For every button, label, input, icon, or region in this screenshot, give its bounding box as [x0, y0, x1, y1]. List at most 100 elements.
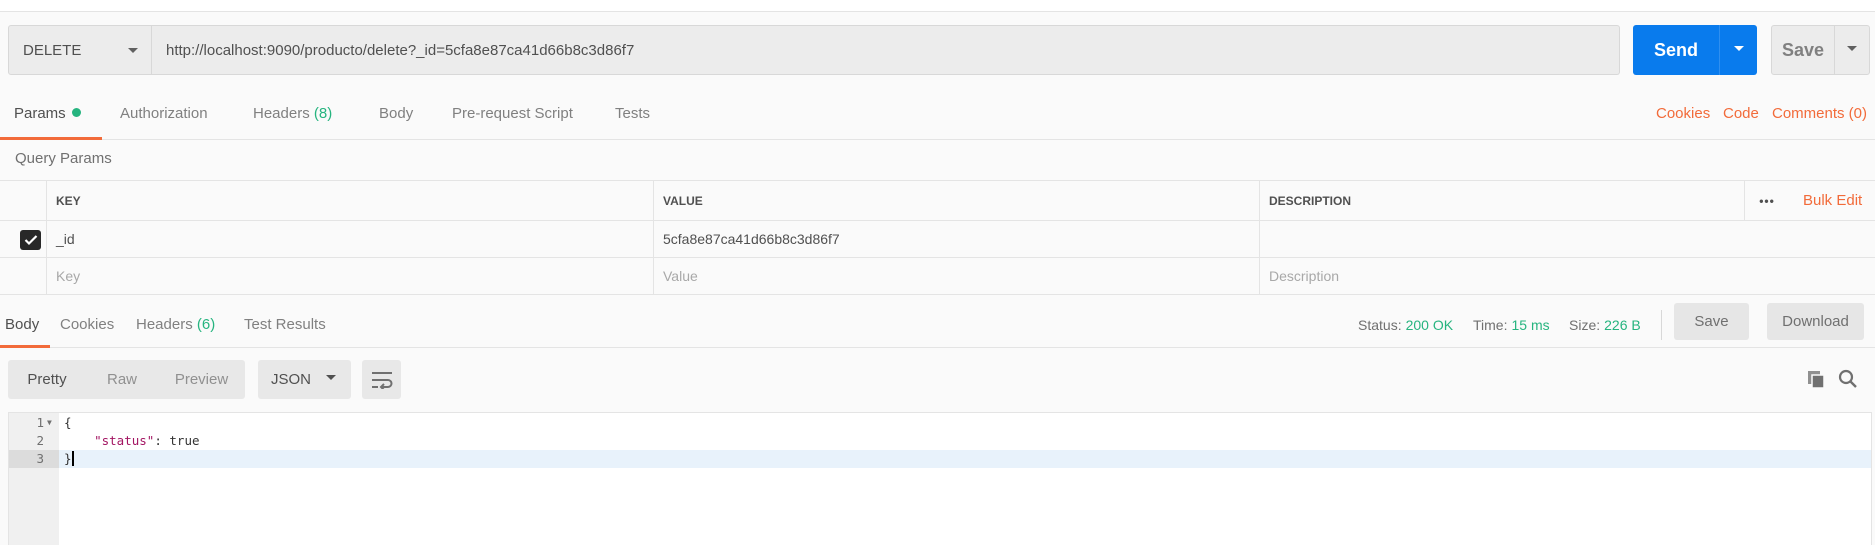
tab-authorization-label: Authorization [120, 105, 208, 122]
table-header-row: KEY VALUE DESCRIPTION ••• Bulk Edit [0, 180, 1875, 221]
comments-link[interactable]: Comments (0) [1772, 88, 1867, 140]
active-tab-underline [0, 137, 102, 140]
checkmark-icon [24, 235, 37, 246]
view-mode-raw[interactable]: Raw [86, 360, 158, 399]
response-tab-headers-label: Headers [136, 316, 193, 333]
status-readout: Status: 200 OK [1358, 302, 1453, 348]
response-tab-test-results[interactable]: Test Results [244, 302, 326, 348]
view-mode-segmented: Pretty Raw Preview [8, 360, 245, 399]
send-button[interactable]: Send [1633, 25, 1757, 75]
chevron-down-icon [325, 360, 337, 399]
param-key-cell[interactable]: _id [46, 221, 653, 257]
request-tabs: Params Authorization Headers (8) Body Pr… [0, 88, 1875, 140]
format-select[interactable]: JSON [258, 360, 351, 399]
code-line: 2 "status": true [9, 432, 1871, 450]
response-body-editor[interactable]: 1 ▼ { 2 "status": true 3 } [8, 412, 1872, 545]
table-row-new: Key Value Description [0, 258, 1875, 295]
more-dots-icon[interactable]: ••• [1744, 181, 1789, 220]
json-colon: : [154, 433, 170, 448]
param-description-cell[interactable] [1259, 221, 1744, 257]
save-options-chevron-icon[interactable] [1835, 44, 1869, 56]
method-select[interactable]: DELETE [8, 25, 152, 75]
format-label: JSON [271, 371, 312, 388]
code-text: { [64, 415, 72, 430]
response-tab-body[interactable]: Body [5, 302, 39, 348]
tab-body[interactable]: Body [379, 88, 413, 140]
new-key-placeholder: Key [56, 268, 81, 284]
method-label: DELETE [23, 41, 82, 59]
response-active-tab-underline [0, 345, 50, 348]
new-key-input[interactable]: Key [46, 258, 653, 294]
json-key: "status" [94, 433, 155, 448]
meta-divider [1661, 310, 1662, 340]
column-header-key: KEY [46, 181, 653, 220]
time-label: Time: [1473, 317, 1508, 333]
time-value: 15 ms [1511, 317, 1550, 333]
size-readout: Size: 226 B [1569, 302, 1641, 348]
tab-prerequest-label: Pre-request Script [452, 105, 573, 122]
save-response-button[interactable]: Save [1674, 303, 1749, 340]
column-header-description: DESCRIPTION [1259, 181, 1744, 220]
search-icon[interactable] [1836, 367, 1860, 391]
new-description-input[interactable]: Description [1259, 258, 1875, 294]
line-number: 1 [36, 415, 44, 430]
send-options-chevron-icon[interactable] [1720, 44, 1757, 56]
new-value-input[interactable]: Value [653, 258, 1259, 294]
tab-tests[interactable]: Tests [615, 88, 650, 140]
response-tabs: Body Cookies Headers (6) Test Results St… [0, 302, 1875, 348]
line-number: 2 [36, 433, 44, 448]
tab-headers-count: (8) [313, 105, 333, 122]
response-tab-cookies[interactable]: Cookies [60, 302, 114, 348]
view-mode-preview[interactable]: Preview [158, 360, 245, 399]
request-bar: DELETE http://localhost:9090/producto/de… [8, 25, 1620, 75]
send-label: Send [1653, 39, 1698, 60]
chevron-down-icon [127, 42, 139, 59]
wrap-lines-button[interactable] [362, 360, 401, 399]
param-value-text: 5cfa8e87ca41d66b8c3d86f7 [663, 231, 840, 247]
response-tab-headers-count: (6) [196, 316, 216, 333]
json-value: true [169, 433, 200, 448]
text-cursor [71, 451, 74, 466]
response-tab-headers[interactable]: Headers (6) [136, 302, 215, 348]
cookies-link[interactable]: Cookies [1656, 88, 1710, 140]
param-value-cell[interactable]: 5cfa8e87ca41d66b8c3d86f7 [653, 221, 1259, 257]
code-text: "status": true [64, 432, 200, 450]
status-value: 200 OK [1405, 317, 1454, 333]
status-label: Status: [1358, 317, 1402, 333]
tab-authorization[interactable]: Authorization [120, 88, 208, 140]
code-text: } [64, 450, 74, 468]
line-number: 3 [9, 450, 59, 468]
bulk-edit-link[interactable]: Bulk Edit [1803, 181, 1862, 220]
url-input[interactable]: http://localhost:9090/producto/delete?_i… [152, 25, 1620, 75]
tab-params[interactable]: Params [14, 88, 81, 140]
size-value: 226 B [1604, 317, 1641, 333]
tab-body-label: Body [379, 105, 414, 122]
fold-arrow-icon[interactable]: ▼ [47, 414, 52, 432]
tab-params-label: Params [14, 105, 66, 122]
view-mode-pretty[interactable]: Pretty [8, 360, 86, 399]
query-params-title: Query Params [15, 150, 112, 167]
url-text: http://localhost:9090/producto/delete?_i… [166, 41, 635, 59]
closing-brace: } [64, 451, 72, 466]
code-line-active: 3 } [9, 450, 1871, 468]
save-request-button[interactable]: Save [1771, 25, 1870, 75]
wrap-lines-icon [371, 371, 392, 389]
code-link[interactable]: Code [1723, 88, 1759, 140]
new-description-placeholder: Description [1269, 268, 1340, 284]
download-response-button[interactable]: Download [1767, 303, 1864, 340]
tab-headers-label: Headers [253, 105, 310, 122]
new-value-placeholder: Value [663, 268, 698, 284]
table-row: _id 5cfa8e87ca41d66b8c3d86f7 [0, 221, 1875, 258]
time-readout: Time: 15 ms [1473, 302, 1550, 348]
code-line: 1 ▼ { [9, 414, 1871, 432]
copy-icon[interactable] [1804, 367, 1828, 391]
size-label: Size: [1569, 317, 1601, 333]
tab-headers[interactable]: Headers (8) [253, 88, 332, 140]
tab-prerequest-script[interactable]: Pre-request Script [452, 88, 573, 140]
tab-tests-label: Tests [615, 105, 651, 122]
top-strip [0, 0, 1875, 12]
param-key-text: _id [56, 231, 75, 247]
save-request-label: Save [1781, 39, 1825, 60]
column-header-value: VALUE [653, 181, 1259, 220]
row-checkbox[interactable] [20, 230, 41, 250]
